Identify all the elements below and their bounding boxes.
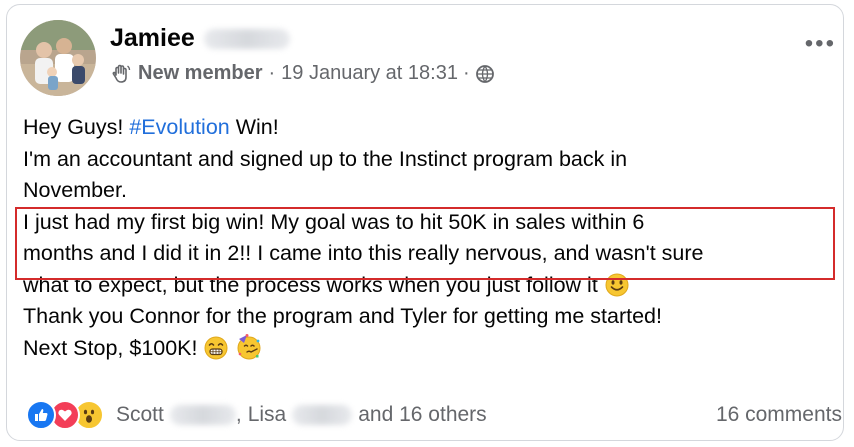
grimacing-face-emoji-icon [204, 336, 228, 359]
reactor-names[interactable]: Scott , Lisa and 16 others [116, 403, 487, 427]
post-text: Win! [229, 115, 279, 139]
post-line-3: November. [23, 178, 127, 202]
highlight-box [15, 207, 835, 280]
post-footer: Scott , Lisa and 16 others 16 comments [26, 398, 842, 432]
name-separator: , [235, 403, 242, 426]
waving-hand-icon [112, 64, 131, 83]
meta-separator-2: · [462, 62, 470, 84]
globe-icon[interactable] [475, 64, 495, 84]
post-line-7: Thank you Connor for the program and Tyl… [23, 304, 662, 328]
redacted-name [169, 405, 236, 425]
badge-label: New member [138, 62, 263, 84]
hashtag-link[interactable]: #Evolution [129, 115, 229, 139]
reactor-name-2[interactable]: Lisa [248, 403, 287, 427]
post-line-8: Next Stop, $100K! [23, 333, 833, 365]
post-line-1: Hey Guys! #Evolution Win! [23, 112, 833, 144]
author-first-name[interactable]: Jamiee [110, 24, 195, 52]
avatar-photo [20, 20, 96, 96]
post-timestamp[interactable]: 19 January at 18:31 [281, 62, 458, 85]
redacted-last-name [203, 29, 290, 50]
meta-separator: · [268, 62, 276, 84]
post-line-2: I'm an accountant and signed up to the I… [23, 146, 628, 171]
post-text: Hey Guys! [23, 115, 130, 139]
reaction-summary[interactable] [26, 400, 104, 430]
others-count[interactable]: and 16 others [358, 403, 486, 427]
post-meta: New member · 19 January at 18:31 · [110, 62, 495, 85]
redacted-name-2 [292, 405, 353, 425]
partying-face-emoji-icon [237, 333, 261, 359]
more-options-icon[interactable]: ••• [805, 30, 836, 58]
author-name[interactable]: Jamiee [110, 24, 290, 53]
reactor-name-1[interactable]: Scott [116, 403, 164, 427]
like-icon [26, 400, 56, 430]
avatar[interactable] [20, 20, 96, 96]
post-text: Next Stop, $100K! [23, 335, 198, 360]
comments-count[interactable]: 16 comments [716, 403, 842, 427]
